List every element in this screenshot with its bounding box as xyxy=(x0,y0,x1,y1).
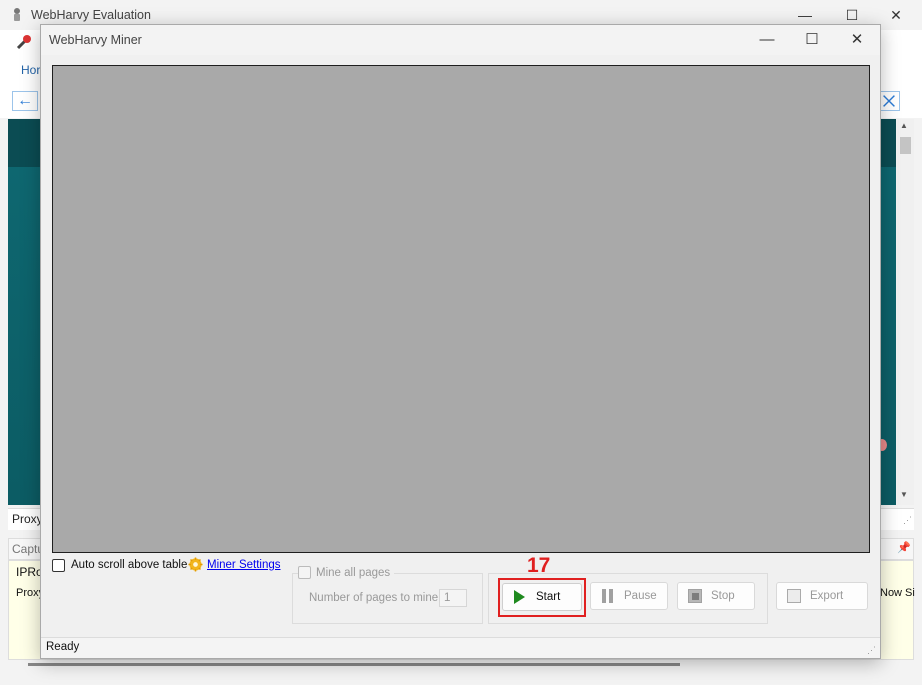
dialog-minimize-button[interactable]: — xyxy=(747,28,787,52)
bg-maximize-button[interactable]: ☐ xyxy=(835,4,869,26)
scroll-up-icon[interactable]: ▲ xyxy=(900,121,908,130)
back-arrow-icon[interactable]: ← xyxy=(12,91,38,111)
export-button[interactable]: Export xyxy=(776,582,868,610)
auto-scroll-label: Auto scroll above table xyxy=(71,559,188,571)
capture-row: IPRo xyxy=(16,565,43,579)
gear-icon xyxy=(188,557,203,572)
scroll-thumb[interactable] xyxy=(900,137,911,154)
bg-close-button[interactable]: ✕ xyxy=(879,4,913,26)
close-browser-icon[interactable] xyxy=(878,91,900,111)
pages-to-mine-input[interactable]: 1 xyxy=(439,589,467,607)
pause-button[interactable]: Pause xyxy=(590,582,668,610)
auto-scroll-check-box[interactable] xyxy=(52,558,65,572)
status-text: Ready xyxy=(46,641,80,653)
mine-all-pages-checkbox[interactable]: Mine all pages xyxy=(298,566,395,579)
mined-data-preview[interactable] xyxy=(52,65,870,553)
bg-window-title: WebHarvy Evaluation xyxy=(31,8,151,22)
dialog-close-button[interactable]: ✕ xyxy=(837,28,877,52)
status-bar xyxy=(41,637,880,658)
pause-icon xyxy=(601,589,615,603)
horizontal-scrollbar[interactable] xyxy=(28,663,680,666)
start-button-label: Start xyxy=(536,591,561,603)
miner-dialog: WebHarvy Miner — ☐ ✕ Auto scroll above t… xyxy=(40,24,881,659)
play-icon xyxy=(513,590,527,604)
export-button-label: Export xyxy=(810,590,844,602)
pause-button-label: Pause xyxy=(624,590,657,602)
tab-home[interactable]: Hor xyxy=(21,63,40,77)
step-number-badge: 17 xyxy=(527,554,551,577)
proxy-bar-text: Proxy xyxy=(12,512,43,526)
dialog-maximize-button[interactable]: ☐ xyxy=(792,28,832,52)
export-icon xyxy=(787,589,801,603)
dialog-title: WebHarvy Miner xyxy=(49,33,142,47)
stop-button[interactable]: Stop xyxy=(677,582,755,610)
pages-to-mine-label: Number of pages to mine xyxy=(309,592,439,604)
start-button[interactable]: Start xyxy=(502,583,582,611)
mine-all-pages-label: Mine all pages xyxy=(316,566,391,579)
dialog-titlebar: WebHarvy Miner — ☐ ✕ xyxy=(41,25,880,55)
miner-settings-link[interactable]: Miner Settings xyxy=(188,557,281,572)
miner-settings-label[interactable]: Miner Settings xyxy=(207,559,281,571)
auto-scroll-checkbox[interactable]: Auto scroll above table xyxy=(52,557,187,573)
pin-icon[interactable]: 📌 xyxy=(897,541,911,554)
resize-grip-icon[interactable]: ⋰ xyxy=(903,515,912,526)
browser-scrollbar[interactable] xyxy=(897,119,914,505)
stop-icon xyxy=(688,589,702,603)
stop-button-label: Stop xyxy=(711,590,735,602)
resize-grip-icon[interactable]: ⋰ xyxy=(867,645,876,656)
tools-icon[interactable] xyxy=(15,33,35,51)
webharvy-app-icon xyxy=(14,8,20,21)
capture-row-right-text: Now Si xyxy=(880,587,915,599)
bg-minimize-button[interactable]: — xyxy=(788,4,822,26)
mine-all-pages-check-box[interactable] xyxy=(298,566,311,579)
scroll-down-icon[interactable]: ▼ xyxy=(900,490,908,499)
